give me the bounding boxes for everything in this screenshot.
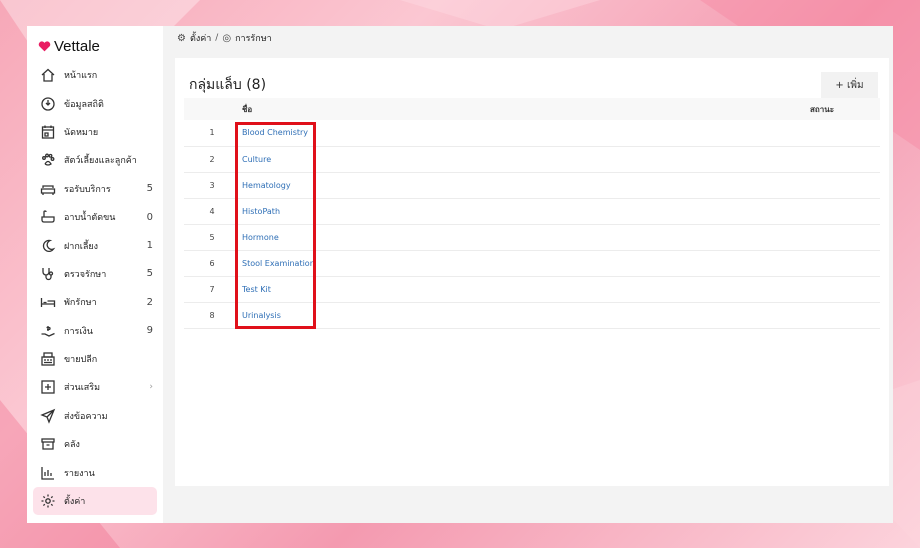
bed-icon: [40, 294, 56, 310]
add-button[interactable]: + เพิ่ม: [821, 72, 878, 98]
column-header-name[interactable]: ชื่อ: [242, 98, 810, 120]
sidebar-nav: หน้าแรกข้อมูลสถิตินัดหมายสัตว์เลี้ยงและล…: [27, 61, 163, 516]
row-name-cell: Test Kit: [242, 276, 810, 303]
sidebar-item-label: สัตว์เลี้ยงและลูกค้า: [64, 156, 137, 167]
money-hand-icon: [40, 323, 56, 339]
sidebar-item-label: อาบน้ำตัดขน: [64, 213, 116, 224]
sidebar-item-sofa[interactable]: รอรับบริการ 5: [27, 175, 163, 203]
sidebar-item-home[interactable]: หน้าแรก: [27, 61, 163, 89]
breadcrumb: ⚙ ตั้งค่า / ◎ การรักษา: [163, 26, 893, 50]
sidebar-item-count: 0: [146, 211, 153, 223]
sidebar-item-label: คลัง: [64, 440, 80, 451]
sidebar-item-count: 5: [146, 183, 153, 195]
row-name-cell: Stool Examination: [242, 250, 810, 277]
page-title: กลุ่มแล็บ (8): [189, 77, 267, 93]
sidebar-item-stethoscope[interactable]: ตรวจรักษา 5: [27, 260, 163, 288]
row-name-cell: Blood Chemistry: [242, 120, 810, 147]
sofa-icon: [40, 181, 56, 197]
sidebar-item-paw[interactable]: สัตว์เลี้ยงและลูกค้า: [27, 146, 163, 174]
row-index: 4: [184, 198, 242, 225]
breadcrumb-current: การรักษา: [235, 34, 272, 44]
sidebar-item-label: พักรักษา: [64, 298, 97, 309]
sidebar-item-label: ฝากเลี้ยง: [64, 241, 99, 252]
sidebar-item-label: ตรวจรักษา: [64, 269, 107, 280]
row-status: [810, 172, 880, 199]
sidebar-item-send[interactable]: ส่งข้อความ: [27, 402, 163, 430]
stethoscope-icon: ◎: [222, 32, 232, 44]
home-icon: [40, 67, 56, 83]
breadcrumb-separator: /: [215, 33, 219, 43]
sidebar-item-count: 9: [146, 325, 153, 337]
sidebar-item-label: ส่วนเสริม: [64, 383, 101, 394]
row-index: 3: [184, 172, 242, 199]
paw-icon: [40, 152, 56, 168]
sidebar-item-label: นัดหมาย: [64, 127, 99, 138]
sidebar-item-bath[interactable]: อาบน้ำตัดขน 0: [27, 203, 163, 231]
row-status: [810, 250, 880, 277]
moon-icon: [40, 238, 56, 254]
sidebar-item-label: รายงาน: [64, 468, 95, 479]
row-name-cell: Culture: [242, 146, 810, 173]
sidebar-item-calendar[interactable]: นัดหมาย: [27, 118, 163, 146]
sidebar-item-count: 2: [146, 296, 153, 308]
row-status: [810, 198, 880, 225]
row-status: [810, 302, 880, 329]
sidebar-item-gear[interactable]: ตั้งค่า: [33, 486, 157, 516]
report-icon: [40, 465, 56, 481]
row-name-cell: HistoPath: [242, 198, 810, 225]
row-name-cell: Hematology: [242, 172, 810, 199]
bath-icon: [40, 209, 56, 225]
sidebar-item-label: การเงิน: [64, 326, 93, 337]
chevron-right-icon: ›: [149, 382, 153, 393]
sidebar-item-label: ข้อมูลสถิติ: [64, 99, 104, 110]
row-status: [810, 120, 880, 147]
row-index: 8: [184, 302, 242, 329]
app-window: Vettale หน้าแรกข้อมูลสถิตินัดหมายสัตว์เล…: [27, 26, 893, 523]
row-index: 5: [184, 224, 242, 251]
archive-icon: [40, 436, 56, 452]
sidebar-item-count: 1: [146, 240, 153, 252]
gear-icon: ⚙: [177, 32, 186, 44]
gear-icon: [40, 493, 56, 509]
row-index: 7: [184, 276, 242, 303]
sidebar-item-label: หน้าแรก: [64, 71, 98, 82]
sidebar-item-archive[interactable]: คลัง: [27, 430, 163, 458]
sidebar-item-label: ส่งข้อความ: [64, 411, 108, 422]
register-icon: [40, 351, 56, 367]
sidebar-item-money-hand[interactable]: การเงิน 9: [27, 317, 163, 345]
column-header-index: [184, 98, 242, 120]
app-name: Vettale: [54, 37, 100, 55]
sidebar-item-plus-box[interactable]: ส่วนเสริม ›: [27, 373, 163, 401]
sidebar-item-label: ขายปลีก: [64, 355, 98, 366]
row-status: [810, 146, 880, 173]
stats-icon: [40, 96, 56, 112]
plus-box-icon: [40, 379, 56, 395]
column-header-status[interactable]: สถานะ: [810, 98, 880, 120]
sidebar-item-register[interactable]: ขายปลีก: [27, 345, 163, 373]
row-index: 2: [184, 146, 242, 173]
sidebar-item-report[interactable]: รายงาน: [27, 458, 163, 486]
calendar-icon: [40, 124, 56, 140]
sidebar-item-label: รอรับบริการ: [64, 184, 111, 195]
sidebar-item-bed[interactable]: พักรักษา 2: [27, 288, 163, 316]
row-index: 1: [184, 120, 242, 147]
highlight-box: [235, 122, 316, 329]
sidebar-item-label: ตั้งค่า: [64, 497, 86, 508]
heart-logo-icon: [38, 40, 51, 51]
sidebar: Vettale หน้าแรกข้อมูลสถิตินัดหมายสัตว์เล…: [27, 26, 163, 523]
app-logo[interactable]: Vettale: [38, 34, 163, 58]
row-index: 6: [184, 250, 242, 277]
sidebar-item-stats[interactable]: ข้อมูลสถิติ: [27, 89, 163, 117]
row-status: [810, 276, 880, 303]
sidebar-item-count: 5: [146, 268, 153, 280]
row-name-cell: Urinalysis: [242, 302, 810, 329]
send-icon: [40, 408, 56, 424]
breadcrumb-root[interactable]: ตั้งค่า: [190, 31, 211, 45]
table-header-row: ชื่อ สถานะ: [184, 98, 880, 120]
stethoscope-icon: [40, 266, 56, 282]
sidebar-item-moon[interactable]: ฝากเลี้ยง 1: [27, 231, 163, 259]
panel-header: กลุ่มแล็บ (8) + เพิ่ม: [175, 58, 889, 98]
row-name-cell: Hormone: [242, 224, 810, 251]
row-status: [810, 224, 880, 251]
